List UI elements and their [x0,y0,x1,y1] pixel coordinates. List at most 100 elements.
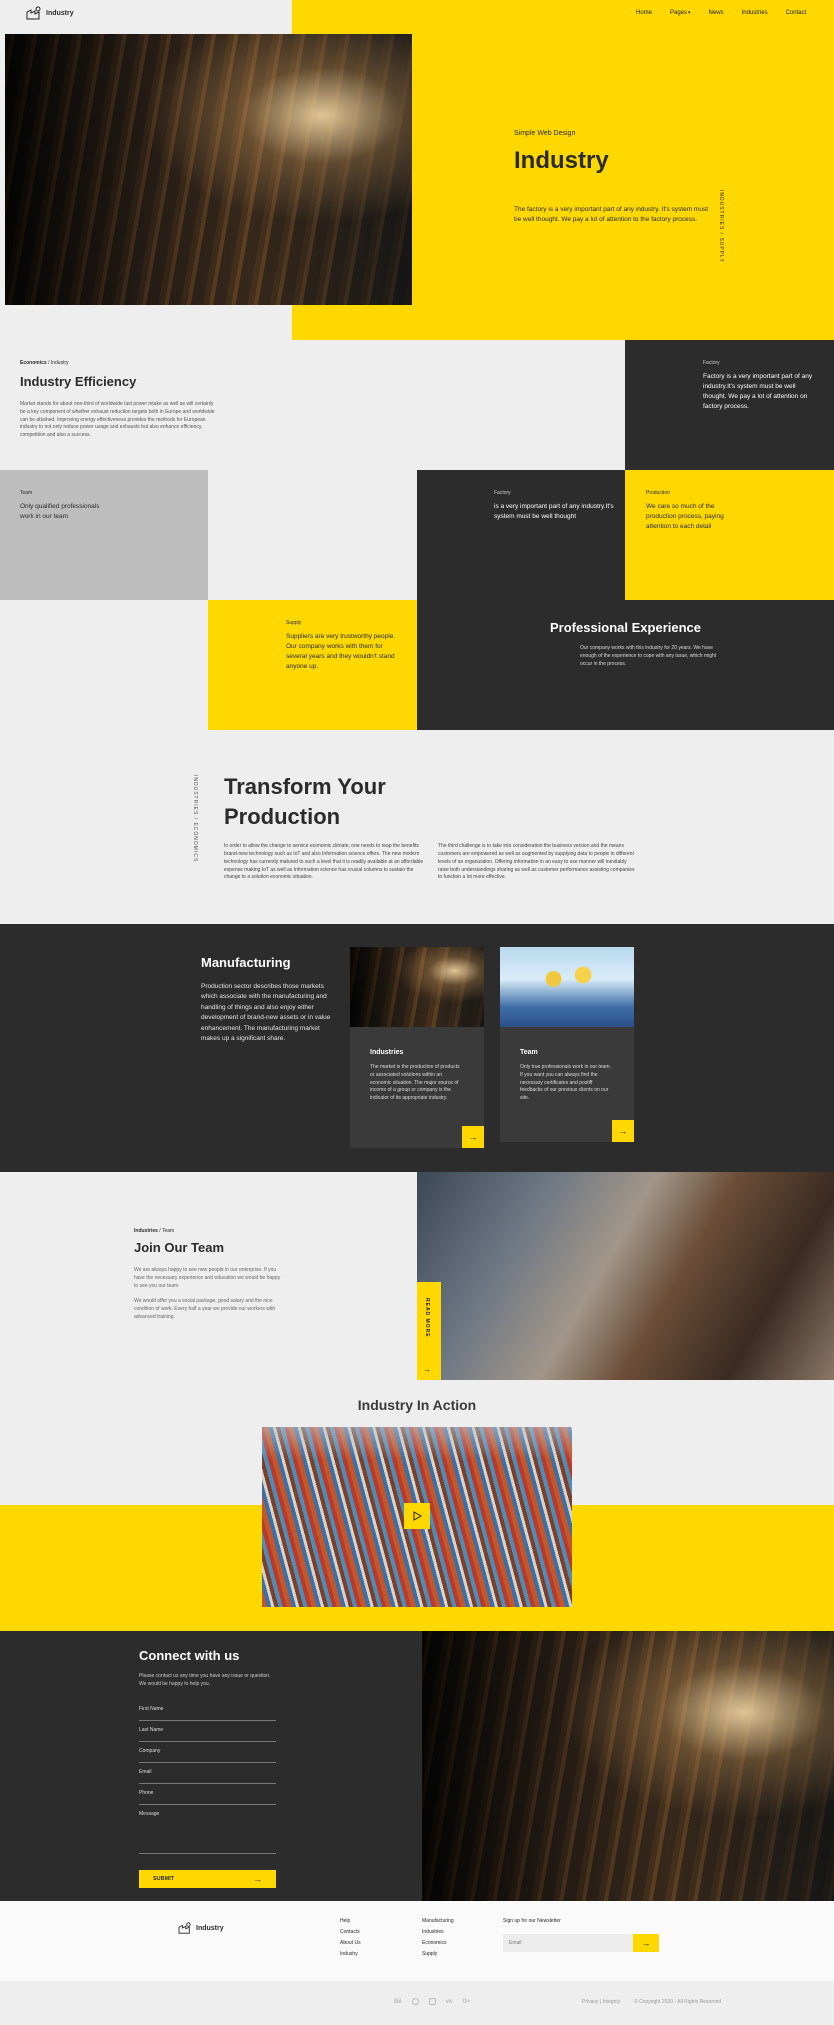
join-block: Industries / Team Join Our Team We are a… [134,1228,284,1322]
footer-link-industries[interactable]: Industries [422,1929,454,1935]
transform-title-line2: Production [224,803,341,829]
card-text: Only true professionals work in our team… [520,1064,611,1101]
transform-vertical-label: INDUSTRIES / ECONOMICS [192,775,198,863]
tile-text: Factory is a very important part of any … [703,373,813,411]
transform-title: Transform Your Production [224,772,644,831]
breadcrumb-strong: Industries [134,1228,158,1234]
tile-experience: Professional Experience Our company work… [417,620,834,668]
footer-links-col2: Manufacturing Industries Economics Suppl… [422,1918,454,1962]
card-arrow-button[interactable]: → [462,1126,484,1148]
manufacturing-intro: Manufacturing Production sector describe… [201,955,331,1044]
card-industries[interactable]: Industries The market is the production … [350,947,484,1148]
nav-news[interactable]: News [709,10,724,16]
tile-text: Only qualified professionals work in our… [20,503,100,521]
newsletter-email-input[interactable] [503,1934,633,1952]
policy-links[interactable]: Privacy | Integrity [582,1999,620,2005]
experience-text: Our company works with this industry for… [580,645,717,667]
hero-content: Simple Web Design Industry The factory i… [514,130,714,225]
arrow-right-icon: → [253,1873,262,1884]
factory-logo-icon [178,1922,191,1934]
card-image [350,947,484,1027]
card-title: Industries [370,1049,404,1056]
arrow-right-icon: → [641,1938,651,1948]
nav-contact[interactable]: Contact [786,10,807,16]
join-title: Join Our Team [134,1240,225,1255]
tile-team: Team Only qualified professionals work i… [0,470,208,600]
hero-text: The factory is a very important part of … [514,206,709,223]
transform-title-line1: Transform Your [224,774,386,799]
tile-label: Factory [494,490,511,496]
brand-logo[interactable]: Industry [26,6,74,20]
hero-factory-image [5,34,412,305]
vk-icon[interactable]: vk [446,1999,453,2005]
action-title: Industry In Action [357,1397,477,1413]
efficiency-block: Economics / Industry Industry Efficiency… [20,360,220,440]
caret-down-icon[interactable]: ▾ [688,10,691,16]
company-field[interactable]: Company [139,1745,276,1763]
play-icon [413,1511,422,1521]
instagram-icon[interactable] [428,1998,436,2005]
read-more-button[interactable]: READ MORE → [417,1282,441,1380]
tile-label: Production [646,490,670,496]
join-text-1: We are always happy to see new people in… [134,1267,281,1289]
footer-brand-name: Industry [196,1924,224,1932]
team-meeting-image [417,1172,834,1380]
social-icons: Bē vk G+ [394,1998,471,2005]
submit-button[interactable]: SUBMIT → [139,1869,276,1888]
card-text: The market is the production of products… [370,1064,460,1101]
manufacturing-text: Production sector describes those market… [201,983,331,1042]
newsletter: Sign up for our Newsletter → [503,1918,659,1952]
tile-label: Team [20,490,33,496]
nav-industries[interactable]: Industries [742,10,768,16]
breadcrumb-strong: Economics [20,360,47,366]
manufacturing-title: Manufacturing [201,955,291,970]
footer-link-economics[interactable]: Economics [422,1940,454,1946]
first-name-field[interactable]: First Name [139,1703,276,1721]
newsletter-title: Sign up for our Newsletter [503,1918,561,1924]
submit-label: SUBMIT [153,1875,175,1882]
transform-col1: In order to allow the change to service … [224,843,424,881]
connect-text: Please contact us any time you have any … [139,1673,271,1687]
footer-links-col1: Help Contacts About Us Industry [340,1918,361,1962]
dribbble-icon[interactable] [411,1998,419,2005]
connect-factory-image [422,1631,834,1901]
read-more-label: READ MORE [424,1298,430,1338]
google-plus-icon[interactable]: G+ [462,1999,470,2005]
message-field[interactable]: Message [139,1808,276,1854]
tile-production: Production We care so much of the produc… [625,470,834,600]
brand-name: Industry [46,9,74,17]
hero-title: Industry [514,147,609,174]
connect-title: Connect with us [139,1648,240,1663]
footer-link-about[interactable]: About Us [340,1940,361,1946]
arrow-right-icon: → [423,1365,431,1374]
nav-pages[interactable]: Pages [670,10,687,16]
efficiency-title: Industry Efficiency [20,374,137,389]
breadcrumb-rest: / Industry [46,360,69,366]
card-team[interactable]: Team Only true professionals work in our… [500,947,634,1142]
footer-logo[interactable]: Industry [178,1922,224,1934]
hero-kicker: Simple Web Design [514,130,576,137]
breadcrumb-rest: / Team [157,1228,175,1234]
tile-text: Suppliers are very trustworthy people. O… [286,633,396,671]
behance-icon[interactable]: Bē [394,1999,402,2005]
footer-link-manufacturing[interactable]: Manufacturing [422,1918,454,1924]
hero-vertical-label: INDUSTRIES / SUPPLY [718,190,724,263]
last-name-field[interactable]: Last Name [139,1724,276,1742]
play-button[interactable] [404,1503,430,1529]
join-text-2: We would offer you a social package, goo… [134,1298,276,1320]
footer-link-industry[interactable]: Industry [340,1951,361,1957]
email-field[interactable]: Email [139,1766,276,1784]
card-arrow-button[interactable]: → [612,1120,634,1142]
tile-factory-top: Factory Factory is a very important part… [625,340,834,470]
footer-link-contacts[interactable]: Contacts [340,1929,361,1935]
nav-home[interactable]: Home [636,10,652,16]
join-breadcrumb: Industries / Team [134,1228,284,1234]
footer-link-help[interactable]: Help [340,1918,361,1924]
copyright: © Copyright 2020 - All Rights Reserved [634,1999,722,2005]
phone-field[interactable]: Phone [139,1787,276,1805]
tile-text: is a very important part of any industry… [494,503,614,521]
newsletter-submit-button[interactable]: → [633,1934,659,1952]
footer-link-supply[interactable]: Supply [422,1951,454,1957]
tile-supply: Supply Suppliers are very trustworthy pe… [208,600,417,730]
factory-logo-icon [26,6,41,20]
